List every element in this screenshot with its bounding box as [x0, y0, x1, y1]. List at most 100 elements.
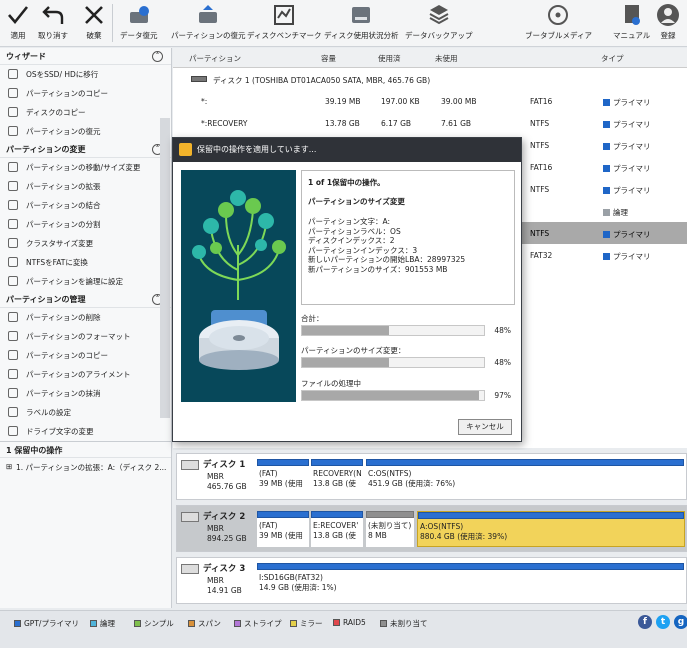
resize-progress-label: パーティションのサイズ変更： [301, 346, 406, 355]
part-size: 451.9 GB (使用済: 76%) [368, 479, 456, 488]
sidebar-item-drive-letter[interactable]: ドライブ文字の変更 [0, 422, 171, 441]
cancel-button[interactable]: キャンセル [458, 419, 512, 435]
table-row[interactable]: *: 39.19 MB 197.00 KB 39.00 MB FAT16 プライマリ [173, 90, 687, 112]
sidebar-item-migrate-os[interactable]: OSをSSD/ HDに移行 [0, 65, 171, 84]
col-type[interactable]: タイプ [601, 53, 624, 64]
usage-bar [366, 459, 684, 466]
sidebar-item-delete[interactable]: パーティションの削除 [0, 308, 171, 327]
disk2-map[interactable]: ディスク 2 MBR 894.25 GB (FAT) 39 MB (使用 E:RE… [176, 505, 687, 552]
manual-button[interactable]: マニュアル [613, 3, 650, 41]
partition-recovery-button[interactable]: パーティションの復元 [171, 3, 246, 41]
googleplus-icon[interactable]: g [674, 615, 687, 629]
legend-label: ストライプ [244, 619, 282, 628]
legend-mirror: ミラー [290, 618, 323, 629]
col-unused[interactable]: 未使用 [435, 53, 458, 64]
col-used[interactable]: 使用済 [378, 53, 401, 64]
sidebar-item-label: パーティションの結合 [26, 201, 101, 210]
twitter-icon[interactable]: t [656, 615, 670, 629]
col-capacity[interactable]: 容量 [321, 53, 336, 64]
sidebar-item-label: ラベルの設定 [26, 408, 71, 417]
cell-type: プライマリ [603, 97, 651, 108]
cell-fs: NTFS [530, 229, 550, 238]
type-swatch [603, 231, 610, 238]
sidebar-item-extend[interactable]: パーティションの拡張 [0, 177, 171, 196]
disk1-map[interactable]: ディスク 1 MBR 465.76 GB (FAT) 39 MB (使用 RECO… [176, 453, 687, 500]
delete-icon [8, 312, 18, 322]
disk1-row[interactable]: ディスク 1 (TOSHIBA DT01ACA050 SATA, MBR, 46… [173, 68, 687, 90]
disk1-part2[interactable]: RECOVERY(N 13.8 GB (使 [311, 459, 363, 495]
sidebar-item-set-logical[interactable]: パーティションを論理に設定 [0, 272, 171, 291]
sidebar-item-split[interactable]: パーティションの分割 [0, 215, 171, 234]
sidebar-item-copy-disk[interactable]: ディスクのコピー [0, 103, 171, 122]
sidebar-item-copy-partition[interactable]: パーティションのコピー [0, 84, 171, 103]
detail-line: パーティションラベル：OS [308, 226, 401, 236]
sidebar-item-wipe[interactable]: パーティションの抹消 [0, 384, 171, 403]
part-label: I:SD16GB(FAT32) [259, 573, 323, 582]
space-analyzer-button[interactable]: ディスク使用状況分析 [324, 3, 398, 41]
part-label: RECOVERY(N [313, 469, 362, 478]
usage-bar [257, 563, 684, 570]
collapse-icon[interactable]: ˄ [152, 51, 163, 62]
cell-capacity: 39.19 MB [325, 97, 361, 106]
data-recovery-label: データ復元 [120, 31, 158, 40]
cell-used: 6.17 GB [381, 119, 412, 128]
format-icon [8, 331, 18, 341]
resize-progress-percent: 48% [494, 358, 511, 367]
sidebar-item-format[interactable]: パーティションのフォーマット [0, 327, 171, 346]
disk3-part1[interactable]: I:SD16GB(FAT32) 14.9 GB (使用済: 1%) [257, 563, 684, 599]
sidebar-scrollbar[interactable] [160, 118, 170, 418]
sidebar-item-label-set[interactable]: ラベルの設定 [0, 403, 171, 422]
type-label: プライマリ [613, 142, 651, 151]
type-swatch [603, 121, 610, 128]
change-partition-title: パーティションの変更 [6, 145, 86, 154]
change-partition-section-header[interactable]: パーティションの変更 ˄ [0, 141, 171, 158]
facebook-icon[interactable]: f [638, 615, 652, 629]
part-label: A:OS(NTFS) [420, 522, 464, 531]
disk1-part3[interactable]: C:OS(NTFS) 451.9 GB (使用済: 76%) [366, 459, 684, 495]
sidebar-item-ntfs-to-fat[interactable]: NTFSをFATに変換 [0, 253, 171, 272]
data-recovery-button[interactable]: データ復元 [120, 3, 158, 41]
legend-swatch [380, 620, 387, 627]
type-swatch [603, 99, 610, 106]
wizard-section-header[interactable]: ウィザード ˄ [0, 48, 171, 65]
sidebar-item-copy[interactable]: パーティションのコピー [0, 346, 171, 365]
col-partition[interactable]: パーティション [189, 53, 241, 64]
disk-icon [181, 564, 199, 574]
disk3-map[interactable]: ディスク 3 MBR 14.91 GB I:SD16GB(FAT32) 14.9 … [176, 557, 687, 604]
legend-label: 未割り当て [390, 619, 428, 628]
disk2-name: ディスク 2 [203, 512, 246, 522]
migrate-icon [8, 69, 18, 79]
sidebar-item-merge[interactable]: パーティションの結合 [0, 196, 171, 215]
partition-recovery-label: パーティションの復元 [171, 31, 246, 40]
total-progress-bar [301, 325, 485, 336]
copy-disk-icon [8, 107, 18, 117]
bootable-media-button[interactable]: ブータブルメディア [525, 3, 592, 41]
sidebar-item-align[interactable]: パーティションのアライメント [0, 365, 171, 384]
sidebar-item-partition-recovery[interactable]: パーティションの復元 [0, 122, 171, 141]
discard-button[interactable]: 破棄 [82, 3, 106, 41]
type-label: プライマリ [613, 252, 651, 261]
disk2-part1[interactable]: (FAT) 39 MB (使用 [257, 511, 309, 547]
disk2-part3[interactable]: (未割り当て) 8 MB [366, 511, 414, 547]
apply-button[interactable]: 適用 [6, 3, 30, 41]
pending-operation-item[interactable]: ⊞ 1. パーティションの拡張：A:（ディスク 2... [0, 458, 171, 477]
register-button[interactable]: 登録 [656, 3, 680, 41]
disk2-part4[interactable]: A:OS(NTFS) 880.4 GB (使用済: 39%) [417, 511, 685, 547]
disk1-part1[interactable]: (FAT) 39 MB (使用 [257, 459, 309, 495]
expand-icon[interactable]: ⊞ [6, 462, 12, 471]
sidebar-item-move-resize[interactable]: パーティションの移動/サイズ変更 [0, 158, 171, 177]
progress-fill [302, 391, 479, 400]
type-label: プライマリ [613, 98, 651, 107]
disk2-part2[interactable]: E:RECOVER' 13.8 GB (使 [311, 511, 363, 547]
file-progress-bar [301, 390, 485, 401]
data-backup-button[interactable]: データバックアップ [405, 3, 473, 41]
cell-type: プライマリ [603, 229, 651, 240]
undo-button[interactable]: 取り消す [38, 3, 68, 41]
table-row[interactable]: *:RECOVERY 13.78 GB 6.17 GB 7.61 GB NTFS プライマ… [173, 112, 687, 134]
manage-partition-section-header[interactable]: パーティションの管理 ˄ [0, 291, 171, 308]
sidebar-item-cluster-size[interactable]: クラスタサイズ変更 [0, 234, 171, 253]
merge-icon [8, 200, 18, 210]
wipe-icon [8, 388, 18, 398]
disk-benchmark-button[interactable]: ディスクベンチマーク [247, 3, 321, 41]
disk3-size: 14.91 GB [207, 586, 242, 595]
